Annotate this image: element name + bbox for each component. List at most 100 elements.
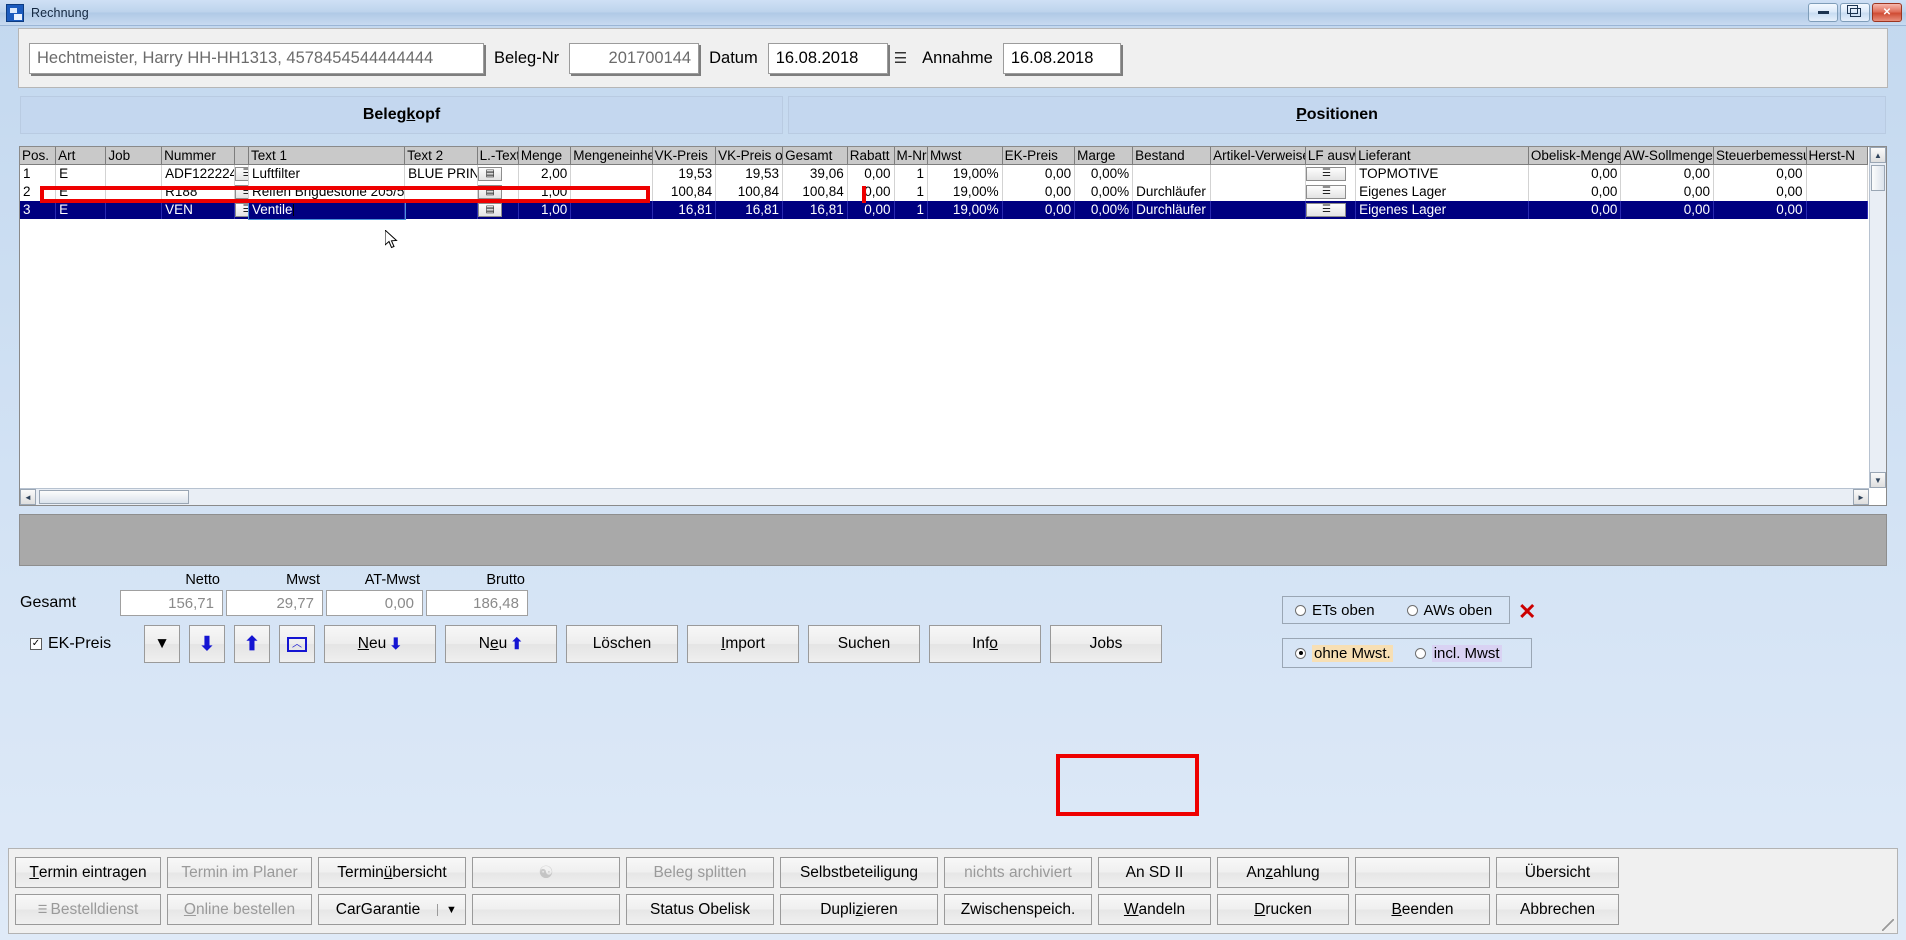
close-icon[interactable]: ✕: [1872, 3, 1902, 22]
col-m-nr[interactable]: M-Nr: [894, 147, 928, 165]
chevron-down-icon[interactable]: ▼: [437, 903, 465, 916]
col-steuerbemessung[interactable]: Steuerbemessu: [1713, 147, 1807, 165]
grid-vertical-scrollbar[interactable]: ▲ ▼: [1869, 147, 1886, 488]
jobs-button[interactable]: Jobs: [1050, 625, 1162, 663]
cell-lf-ausw[interactable]: ☰: [1305, 164, 1357, 183]
tab-belegkopf[interactable]: Belegkopf: [20, 96, 783, 134]
col-obelisk-menge[interactable]: Obelisk-Menge: [1528, 147, 1622, 165]
selbstbeteiligung-button[interactable]: Selbstbeteiligung: [780, 857, 938, 888]
col-aw-sollmenge[interactable]: AW-Sollmenge: [1620, 147, 1714, 165]
doc-icon[interactable]: ▤: [477, 185, 502, 200]
col-text1[interactable]: Text 1: [248, 147, 406, 165]
an-sd-ii-button[interactable]: An SD II: [1098, 857, 1211, 888]
tab-positionen[interactable]: Positionen: [788, 96, 1886, 134]
suchen-button[interactable]: Suchen: [808, 625, 920, 663]
positions-grid[interactable]: Pos. Art Job Nummer Text 1 Text 2 L.-Tex…: [19, 146, 1887, 506]
restore-icon[interactable]: [1840, 3, 1870, 22]
col-ek-preis[interactable]: EK-Preis: [1002, 147, 1076, 165]
col-vk-preis-o[interactable]: VK-Preis o.: [715, 147, 784, 165]
col-lieferant[interactable]: Lieferant: [1355, 147, 1529, 165]
vscroll-thumb[interactable]: [1871, 165, 1885, 191]
import-button[interactable]: Import: [687, 625, 799, 663]
zwischenspeichern-button[interactable]: Zwischenspeich.: [944, 894, 1092, 925]
abbrechen-button[interactable]: Abbrechen: [1496, 894, 1619, 925]
ek-preis-checkbox[interactable]: ✓ EK-Preis: [30, 635, 135, 653]
cell-text1-editing[interactable]: Ventile: [247, 199, 406, 220]
list-icon[interactable]: ☰: [234, 203, 248, 218]
col-lf-ausw[interactable]: LF ausw: [1305, 147, 1357, 165]
move-up-button[interactable]: ⬆: [234, 625, 270, 663]
cell-ltext[interactable]: ▤: [477, 164, 519, 183]
cell-ltext[interactable]: ▤: [477, 182, 519, 201]
col-nummer[interactable]: Nummer: [161, 147, 235, 165]
customer-field[interactable]: Hechtmeister, Harry HH-HH1313, 457845454…: [29, 42, 484, 74]
list-icon[interactable]: ☰: [1305, 203, 1346, 218]
loeschen-button[interactable]: Löschen: [566, 625, 678, 663]
minimize-icon[interactable]: [1808, 3, 1838, 22]
cell-nummer-button[interactable]: ☰: [234, 200, 250, 219]
scroll-up-icon[interactable]: ▲: [1870, 147, 1886, 163]
table-row[interactable]: 1 E ADF122224 ☰ Luftfilter BLUE PRINT ▤ …: [20, 164, 1868, 183]
col-text2[interactable]: Text 2: [404, 147, 478, 165]
scroll-right-icon[interactable]: ►: [1853, 489, 1869, 505]
cell-nummer-button[interactable]: ☰: [234, 182, 250, 201]
cell-lf-ausw[interactable]: ☰: [1305, 200, 1357, 219]
list-icon[interactable]: ☰: [234, 185, 248, 200]
table-row-selected[interactable]: 3 E VEN ☰ Ventile ▤ 1,00 16,81 16,81 16,…: [20, 199, 1868, 220]
cargarantie-button[interactable]: CarGarantie ▼: [318, 894, 466, 925]
drucken-button[interactable]: Drucken: [1217, 894, 1349, 925]
status-obelisk-button[interactable]: Status Obelisk: [626, 894, 774, 925]
radio-ets-oben[interactable]: ETs oben: [1295, 602, 1375, 619]
col-bestand[interactable]: Bestand: [1132, 147, 1212, 165]
col-nummer-button[interactable]: [234, 147, 250, 165]
close-x-icon[interactable]: ✕: [1518, 599, 1536, 625]
neu-up-button[interactable]: Neu ⬆: [445, 625, 557, 663]
col-menge[interactable]: Menge: [518, 147, 572, 165]
col-rabatt[interactable]: Rabatt: [847, 147, 895, 165]
col-artikel-verweise[interactable]: Artikel-Verweise: [1210, 147, 1306, 165]
anzahlung-button[interactable]: An z ahlung: [1217, 857, 1349, 888]
table-row[interactable]: 2 E R188 ☰ Reifen Brigdestone 205/55/ 1 …: [20, 182, 1868, 201]
move-down-button[interactable]: ⬇: [189, 625, 225, 663]
col-herst-n[interactable]: Herst-N: [1806, 147, 1868, 165]
uebersicht-button[interactable]: Übersicht: [1496, 857, 1619, 888]
datum-field[interactable]: 16.08.2018: [767, 42, 888, 74]
radio-incl-mwst[interactable]: incl. Mwst: [1414, 644, 1502, 662]
neu-down-button[interactable]: Neu ⬇: [324, 625, 436, 663]
col-gesamt[interactable]: Gesamt: [782, 147, 848, 165]
col-pos[interactable]: Pos.: [20, 147, 57, 165]
scroll-left-icon[interactable]: ◄: [20, 489, 36, 505]
cell-lf-ausw[interactable]: ☰: [1305, 182, 1357, 201]
brutto-field[interactable]: 186,48: [426, 590, 528, 616]
radio-icon[interactable]: [1414, 647, 1426, 659]
doc-icon[interactable]: ▤: [477, 203, 502, 218]
list-icon[interactable]: ☰: [234, 167, 248, 182]
cell-nummer-button[interactable]: ☰: [234, 164, 250, 183]
scroll-down-icon[interactable]: ▼: [1870, 472, 1886, 488]
doc-icon[interactable]: ▤: [477, 167, 502, 182]
dropdown-button[interactable]: ▼: [144, 625, 180, 663]
col-mwst[interactable]: Mwst: [927, 147, 1003, 165]
hscroll-thumb[interactable]: [39, 490, 189, 504]
beenden-button[interactable]: Beenden: [1355, 894, 1490, 925]
col-job[interactable]: Job: [105, 147, 163, 165]
at-mwst-field[interactable]: 0,00: [326, 590, 423, 616]
col-vk-preis[interactable]: VK-Preis: [652, 147, 717, 165]
collapse-button[interactable]: ︿: [279, 625, 315, 663]
col-marge[interactable]: Marge: [1074, 147, 1134, 165]
list-icon[interactable]: ☰: [1305, 167, 1346, 182]
radio-ohne-mwst[interactable]: ohne Mwst.: [1295, 644, 1393, 662]
list-icon[interactable]: ☰: [1305, 185, 1346, 200]
radio-icon-selected[interactable]: [1295, 647, 1306, 659]
grid-horizontal-scrollbar[interactable]: ◄ ►: [20, 488, 1869, 505]
resize-grip[interactable]: [1882, 919, 1894, 931]
col-ltext[interactable]: L.-Text: [477, 147, 519, 165]
termin-eintragen-button[interactable]: Termin eintragen: [15, 857, 161, 888]
radio-icon[interactable]: [1295, 604, 1306, 616]
annahme-field[interactable]: 16.08.2018: [1002, 42, 1121, 74]
beleg-nr-field[interactable]: 201700144: [569, 42, 700, 74]
col-mengeneinheit[interactable]: Mengeneinheit: [570, 147, 653, 165]
terminuebersicht-button[interactable]: Termin ü bersicht: [318, 857, 466, 888]
netto-field[interactable]: 156,71: [120, 590, 223, 616]
checkbox-icon[interactable]: ✓: [30, 638, 42, 650]
